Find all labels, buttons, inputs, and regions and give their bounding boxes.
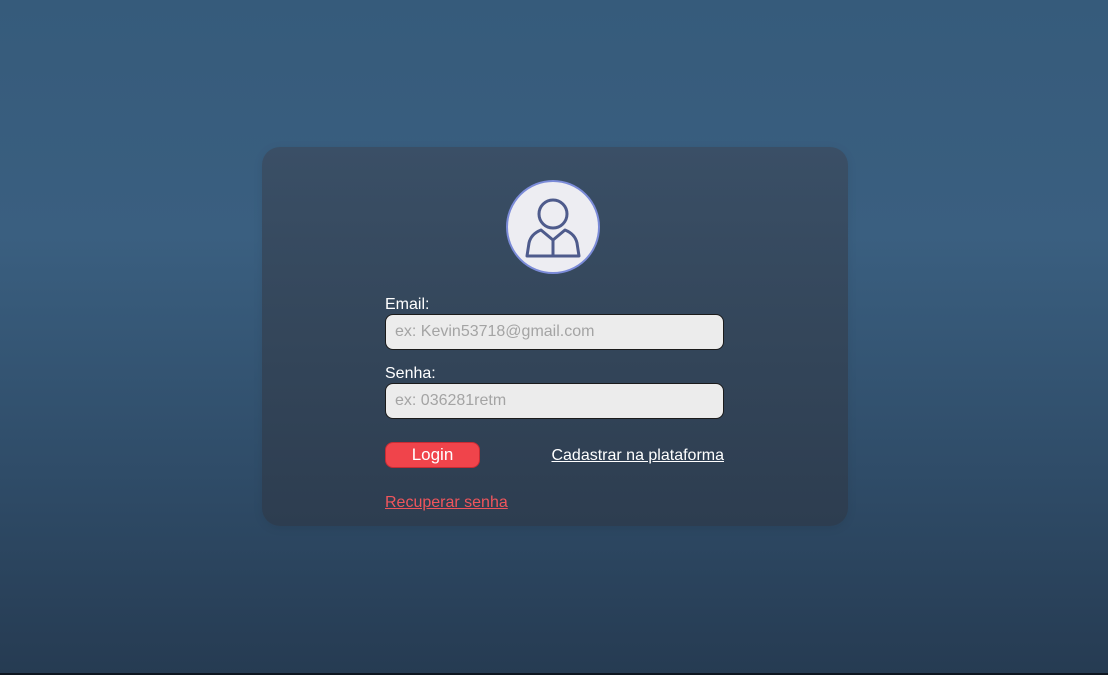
register-link[interactable]: Cadastrar na plataforma bbox=[546, 447, 724, 465]
email-label: Email: bbox=[385, 296, 430, 313]
user-icon bbox=[525, 198, 581, 258]
email-input[interactable] bbox=[385, 314, 724, 350]
recover-password-link[interactable]: Recuperar senha bbox=[385, 494, 508, 512]
login-card: Email: Senha: Login Cadastrar na platafo… bbox=[262, 147, 848, 526]
login-button[interactable]: Login bbox=[385, 442, 480, 468]
password-label: Senha: bbox=[385, 365, 436, 382]
password-input[interactable] bbox=[385, 383, 724, 419]
avatar bbox=[506, 180, 600, 274]
